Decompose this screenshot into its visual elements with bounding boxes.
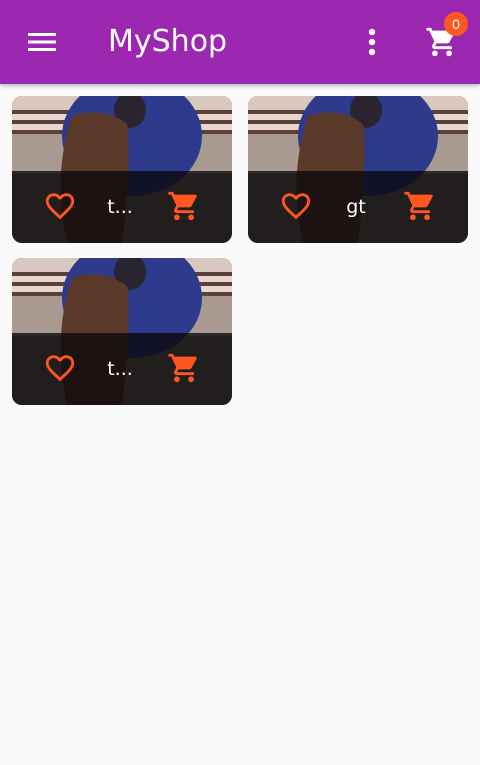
add-to-cart-button[interactable] [400,188,440,224]
product-footer: gt [248,171,468,243]
product-card[interactable]: t... [12,258,232,405]
product-name: t... [107,196,133,218]
product-name: gt [346,196,366,218]
app-bar: MyShop 0 [0,0,480,84]
add-to-cart-button[interactable] [164,188,204,224]
more-vert-icon [368,28,376,56]
add-to-cart-icon [404,191,433,221]
menu-button[interactable] [22,22,62,62]
add-to-cart-icon [168,191,197,221]
heart-outline-icon [45,193,75,220]
add-to-cart-icon [168,353,197,383]
product-card[interactable]: gt [248,96,468,243]
favorite-button[interactable] [42,350,78,386]
favorite-button[interactable] [42,188,78,224]
product-footer: t... [12,333,232,405]
hamburger-menu-icon [28,33,56,51]
add-to-cart-button[interactable] [164,350,204,386]
cart-count-badge: 0 [444,12,468,36]
more-options-button[interactable] [358,22,386,62]
heart-outline-icon [45,355,75,382]
product-name: t... [107,358,133,380]
product-footer: t... [12,171,232,243]
product-card[interactable]: t... [12,96,232,243]
app-title: MyShop [108,24,228,59]
heart-outline-icon [281,193,311,220]
favorite-button[interactable] [278,188,314,224]
